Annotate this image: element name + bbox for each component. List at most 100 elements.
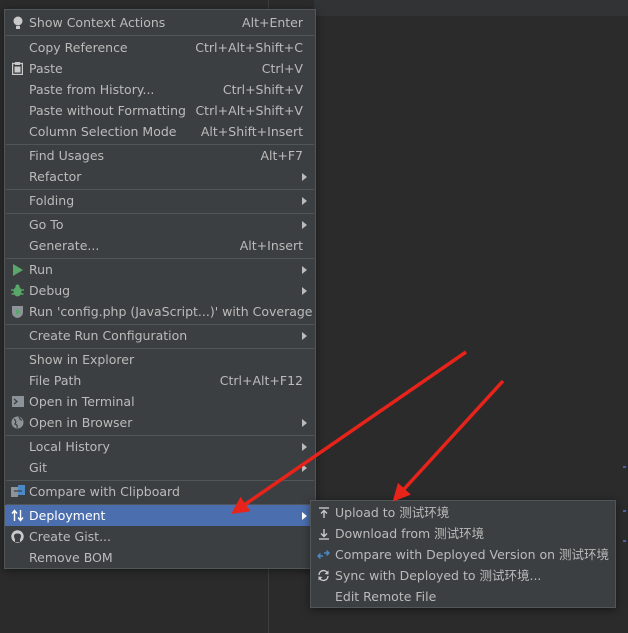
menu-item-find-usages[interactable]: Find Usages Alt+F7 [5, 145, 315, 166]
menu-item-shortcut: Ctrl+Alt+Shift+C [195, 40, 303, 55]
menu-item-local-history[interactable]: Local History [5, 436, 315, 457]
menu-item-label: Deployment [29, 508, 106, 523]
debug-icon [10, 283, 25, 298]
menu-item-label: Run 'config.php (JavaScript...)' with Co… [29, 304, 313, 319]
menu-item-label: Local History [29, 439, 110, 454]
menu-item-label: Refactor [29, 169, 82, 184]
menu-item-label: Remove BOM [29, 550, 113, 565]
deployment-icon [10, 508, 25, 523]
menu-item-remove-bom[interactable]: Remove BOM [5, 547, 315, 568]
menu-item-shortcut: Ctrl+V [261, 61, 303, 76]
menu-item-label: Folding [29, 193, 75, 208]
menu-item-label: Compare with Deployed Version on 测试环境 [335, 547, 610, 562]
submenu-arrow-icon [302, 173, 307, 181]
menu-item-paste[interactable]: Paste Ctrl+V [5, 58, 315, 79]
scrollbar-marker [623, 540, 626, 542]
menu-item-generate[interactable]: Generate... Alt+Insert [5, 235, 315, 256]
submenu-arrow-icon [302, 443, 307, 451]
menu-item-shortcut: Alt+F7 [260, 148, 303, 163]
menu-item-paste-from-history[interactable]: Paste from History... Ctrl+Shift+V [5, 79, 315, 100]
menu-item-shortcut: Alt+Shift+Insert [200, 124, 303, 139]
menu-item-deployment[interactable]: Deployment [5, 505, 315, 526]
menu-item-label: Show in Explorer [29, 352, 135, 367]
menu-item-label: Copy Reference [29, 40, 128, 55]
menu-item-label: Open in Terminal [29, 394, 135, 409]
submenu-arrow-icon [302, 332, 307, 340]
menu-item-shortcut: Ctrl+Shift+V [222, 82, 303, 97]
submenu-arrow-icon [302, 266, 307, 274]
menu-item-label: Sync with Deployed to 测试环境... [335, 568, 542, 583]
menu-item-run[interactable]: Run [5, 259, 315, 280]
submenu-item-compare-deployed[interactable]: Compare with Deployed Version on 测试环境 [311, 544, 615, 565]
submenu-item-upload[interactable]: Upload to 测试环境 [311, 502, 615, 523]
menu-item-label: Generate... [29, 238, 100, 253]
scrollbar-marker [623, 466, 626, 468]
submenu-arrow-icon [302, 287, 307, 295]
submenu-arrow-icon [302, 221, 307, 229]
deployment-submenu: Upload to 测试环境 Download from 测试环境 Compar… [310, 500, 616, 608]
scrollbar-marker [623, 510, 626, 512]
menu-item-shortcut: Alt+Insert [239, 238, 303, 253]
compare-deployed-icon [316, 547, 331, 562]
menu-item-open-in-browser[interactable]: Open in Browser [5, 412, 315, 433]
menu-item-show-in-explorer[interactable]: Show in Explorer [5, 349, 315, 370]
download-icon [316, 526, 331, 541]
menu-item-label: Create Run Configuration [29, 328, 188, 343]
menu-item-shortcut: Ctrl+Alt+F12 [219, 373, 303, 388]
menu-item-label: Download from 测试环境 [335, 526, 485, 541]
menu-item-file-path[interactable]: File Path Ctrl+Alt+F12 [5, 370, 315, 391]
menu-item-label: File Path [29, 373, 82, 388]
menu-item-paste-without-formatting[interactable]: Paste without Formatting Ctrl+Alt+Shift+… [5, 100, 315, 121]
run-icon [10, 262, 25, 277]
menu-item-run-with-coverage[interactable]: Run 'config.php (JavaScript...)' with Co… [5, 301, 315, 322]
menu-item-label: Paste from History... [29, 82, 155, 97]
menu-item-label: Open in Browser [29, 415, 133, 430]
menu-item-create-gist[interactable]: Create Gist... [5, 526, 315, 547]
compare-icon [10, 484, 25, 499]
menu-item-label: Git [29, 460, 48, 475]
menu-item-label: Paste [29, 61, 63, 76]
globe-icon [10, 415, 25, 430]
bulb-icon [10, 15, 25, 30]
editor-context-menu: Show Context Actions Alt+Enter Copy Refe… [4, 9, 316, 569]
menu-item-show-context-actions[interactable]: Show Context Actions Alt+Enter [5, 12, 315, 33]
menu-item-git[interactable]: Git [5, 457, 315, 478]
github-icon [10, 529, 25, 544]
menu-item-copy-reference[interactable]: Copy Reference Ctrl+Alt+Shift+C [5, 37, 315, 58]
clipboard-icon [10, 61, 25, 76]
submenu-arrow-icon [302, 419, 307, 427]
submenu-arrow-icon [302, 512, 307, 520]
menu-item-go-to[interactable]: Go To [5, 214, 315, 235]
coverage-icon [10, 304, 25, 319]
submenu-arrow-icon [302, 464, 307, 472]
menu-item-shortcut: Ctrl+Alt+Shift+V [195, 103, 303, 118]
menu-item-label: Compare with Clipboard [29, 484, 180, 499]
upload-icon [316, 505, 331, 520]
menu-item-label: Upload to 测试环境 [335, 505, 450, 520]
menu-item-label: Debug [29, 283, 71, 298]
submenu-arrow-icon [302, 197, 307, 205]
menu-item-column-selection-mode[interactable]: Column Selection Mode Alt+Shift+Insert [5, 121, 315, 142]
menu-item-label: Find Usages [29, 148, 105, 163]
menu-item-create-run-configuration[interactable]: Create Run Configuration [5, 325, 315, 346]
menu-item-shortcut: Alt+Enter [242, 15, 303, 30]
editor-tab-strip [314, 0, 628, 16]
submenu-item-download[interactable]: Download from 测试环境 [311, 523, 615, 544]
menu-item-label: Paste without Formatting [29, 103, 186, 118]
submenu-item-sync[interactable]: Sync with Deployed to 测试环境... [311, 565, 615, 586]
menu-item-label: Show Context Actions [29, 15, 166, 30]
menu-separator [6, 35, 314, 36]
menu-item-label: Column Selection Mode [29, 124, 177, 139]
menu-item-label: Go To [29, 217, 64, 232]
menu-item-label: Edit Remote File [335, 589, 437, 604]
menu-item-open-in-terminal[interactable]: Open in Terminal [5, 391, 315, 412]
menu-item-compare-with-clipboard[interactable]: Compare with Clipboard [5, 481, 315, 502]
menu-item-debug[interactable]: Debug [5, 280, 315, 301]
menu-item-folding[interactable]: Folding [5, 190, 315, 211]
submenu-item-edit-remote-file[interactable]: Edit Remote File [311, 586, 615, 607]
menu-item-label: Run [29, 262, 53, 277]
terminal-icon [10, 394, 25, 409]
menu-item-refactor[interactable]: Refactor [5, 166, 315, 187]
sync-icon [316, 568, 331, 583]
menu-item-label: Create Gist... [29, 529, 112, 544]
